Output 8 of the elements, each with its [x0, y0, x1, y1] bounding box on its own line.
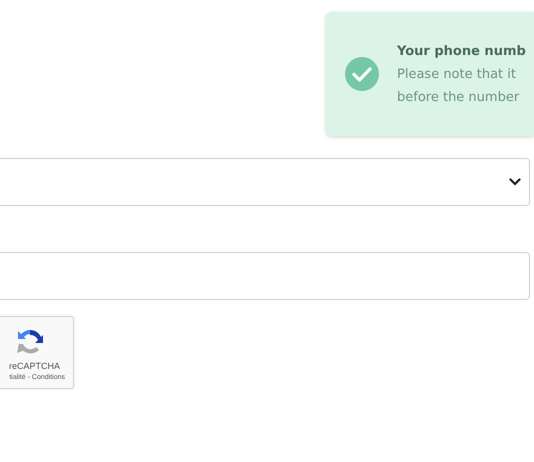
input-field[interactable] [0, 252, 530, 300]
recaptcha-label: reCAPTCHA [8, 361, 60, 371]
notification-title: Your phone numb [397, 44, 526, 58]
notification-text: Please note that it [397, 66, 517, 82]
select-field[interactable] [0, 158, 530, 206]
chevron-down-icon [509, 178, 521, 186]
notification-text: before the number [397, 90, 520, 104]
check-icon [345, 57, 379, 91]
